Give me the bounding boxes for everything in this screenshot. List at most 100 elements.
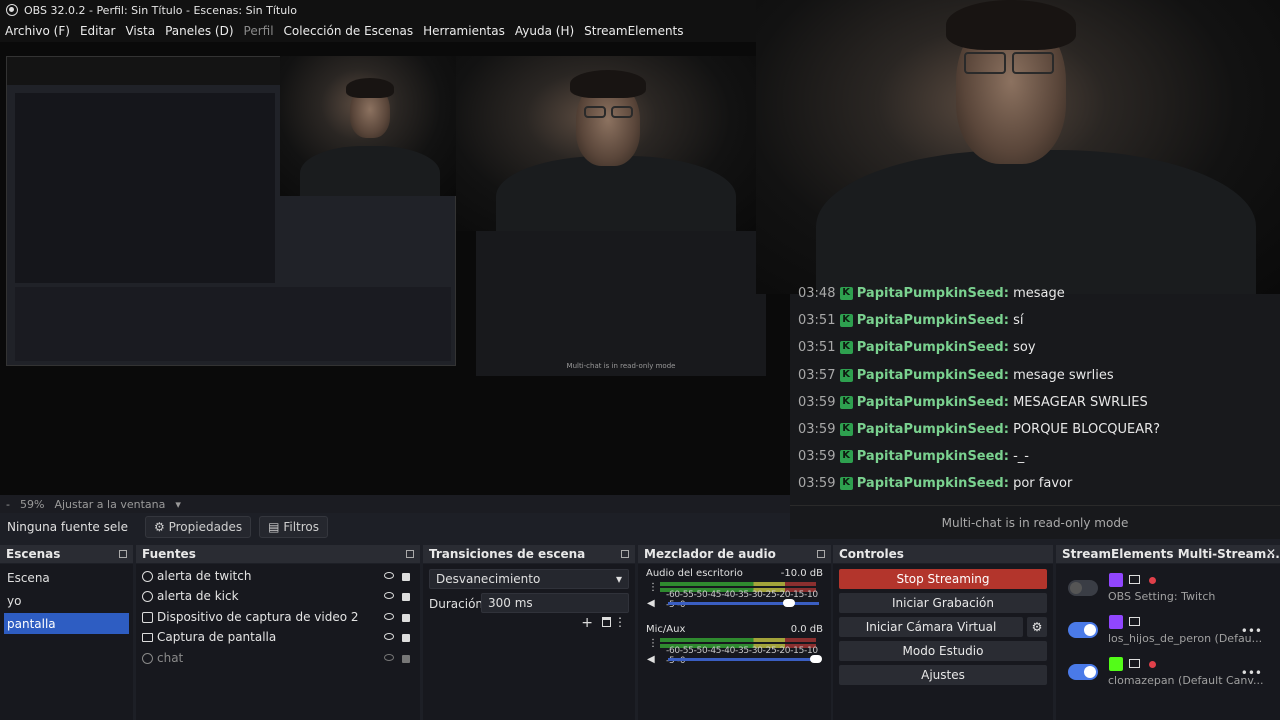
- zoom-minus-icon[interactable]: -: [6, 498, 10, 511]
- chat-username[interactable]: PapitaPumpkinSeed:: [857, 422, 1009, 437]
- lock-icon[interactable]: [402, 614, 410, 622]
- chat-username[interactable]: PapitaPumpkinSeed:: [857, 476, 1009, 491]
- chat-text: mesage swrlies: [1013, 367, 1114, 383]
- scenes-title: Escenas: [6, 547, 61, 561]
- transitions-title: Transiciones de escena: [429, 547, 586, 561]
- volume-slider[interactable]: [668, 658, 819, 661]
- chat-username[interactable]: PapitaPumpkinSeed:: [857, 395, 1009, 410]
- visibility-eye-icon[interactable]: [384, 613, 394, 620]
- chevron-down-icon[interactable]: ▾: [175, 498, 181, 511]
- start-recording-button[interactable]: Iniciar Grabación: [839, 593, 1047, 613]
- scene-item-yo[interactable]: yo: [4, 590, 129, 611]
- visibility-eye-icon[interactable]: [384, 592, 394, 599]
- chat-message: 03:51 PapitaPumpkinSeed: soy: [798, 340, 1036, 355]
- scenes-dock: Escenas Escena yo pantalla: [0, 545, 133, 720]
- add-icon[interactable]: +: [581, 615, 593, 631]
- chat-text: PORQUE BLOCQUEAR?: [1013, 422, 1161, 437]
- virtual-camera-button[interactable]: Iniciar Cámara Virtual: [839, 617, 1023, 637]
- stop-streaming-button[interactable]: Stop Streaming: [839, 569, 1047, 589]
- chat-username[interactable]: PapitaPumpkinSeed:: [857, 286, 1009, 301]
- hidden-eye-icon[interactable]: [384, 654, 394, 661]
- track-name: Audio del escritorio: [646, 568, 743, 579]
- menu-streamelements[interactable]: StreamElements: [584, 24, 683, 38]
- more-horizontal-icon[interactable]: •••: [1241, 624, 1262, 638]
- output-toggle[interactable]: [1068, 664, 1098, 680]
- no-source-selected: Ninguna fuente sele: [7, 519, 128, 534]
- undock-icon[interactable]: [621, 550, 629, 558]
- source-item-screen-capture[interactable]: Captura de pantalla: [142, 627, 414, 647]
- zoom-fit-select[interactable]: Ajustar a la ventana: [54, 498, 165, 511]
- undock-icon[interactable]: [119, 550, 127, 558]
- duration-input[interactable]: 300 ms: [481, 593, 629, 613]
- live-dot-icon: [1149, 577, 1156, 584]
- chat-timestamp: 03:51: [798, 313, 836, 329]
- more-horizontal-icon[interactable]: •••: [1241, 666, 1262, 680]
- lock-icon[interactable]: [402, 573, 410, 581]
- source-label: alerta de kick: [157, 589, 239, 603]
- chat-username[interactable]: PapitaPumpkinSeed:: [857, 313, 1009, 328]
- title-bar: OBS 32.0.2 - Perfil: Sin Título - Escena…: [0, 0, 760, 20]
- volume-slider-knob[interactable]: [782, 599, 795, 607]
- preview-zoom-bar: - 59% Ajustar a la ventana ▾: [0, 495, 790, 513]
- output-toggle[interactable]: [1068, 580, 1098, 596]
- menu-help[interactable]: Ayuda (H): [515, 24, 574, 38]
- live-dot-icon: [1149, 661, 1156, 668]
- properties-button[interactable]: ⚙ Propiedades: [145, 515, 252, 538]
- output-name: los_hijos_de_peron (Defau...: [1108, 632, 1263, 645]
- chat-username[interactable]: PapitaPumpkinSeed:: [857, 340, 1009, 355]
- more-vertical-icon[interactable]: ⋮: [648, 582, 658, 593]
- more-vertical-icon[interactable]: ⋮: [648, 638, 658, 649]
- nested-chat: Multi-chat is in read-only mode: [476, 231, 766, 376]
- chat-timestamp: 03:59: [798, 449, 836, 465]
- chat-username[interactable]: PapitaPumpkinSeed:: [857, 368, 1009, 383]
- source-item-twitch-alert[interactable]: alerta de twitch: [142, 566, 414, 586]
- duration-label: Duración: [429, 597, 484, 611]
- source-item-video-capture[interactable]: Dispositivo de captura de video 2: [142, 607, 414, 627]
- mixer-track-mic: Mic/Aux 0.0 dB ⋮ -60-55-50-45-40-35-30-2…: [646, 624, 823, 676]
- speaker-icon[interactable]: ◀: [647, 598, 655, 609]
- close-icon[interactable]: ✕: [1266, 546, 1276, 560]
- scene-item-pantalla[interactable]: pantalla: [4, 613, 129, 634]
- lock-icon[interactable]: [402, 634, 410, 642]
- undock-icon[interactable]: [406, 550, 414, 558]
- menu-file[interactable]: Archivo (F): [5, 24, 70, 38]
- undock-icon[interactable]: [817, 550, 825, 558]
- source-item-chat[interactable]: chat: [142, 648, 414, 668]
- more-vertical-icon[interactable]: ⋮: [614, 615, 626, 629]
- source-item-kick-alert[interactable]: alerta de kick: [142, 586, 414, 606]
- speaker-icon[interactable]: ◀: [647, 654, 655, 665]
- properties-label: Propiedades: [168, 519, 243, 534]
- kick-badge-icon: [839, 287, 853, 300]
- chat-message: 03:59 PapitaPumpkinSeed: por favor: [798, 476, 1072, 491]
- chat-text: MESAGEAR SWRLIES: [1013, 394, 1148, 410]
- chat-text: por favor: [1013, 476, 1073, 492]
- menu-edit[interactable]: Editar: [80, 24, 116, 38]
- output-toggle[interactable]: [1068, 622, 1098, 638]
- menu-view[interactable]: Vista: [125, 24, 155, 38]
- filters-button[interactable]: ▤ Filtros: [259, 515, 328, 538]
- menu-tools[interactable]: Herramientas: [423, 24, 505, 38]
- menu-scene-collection[interactable]: Colección de Escenas: [284, 24, 414, 38]
- volume-slider-knob[interactable]: [809, 655, 822, 663]
- chat-timestamp: 03:48: [798, 286, 836, 301]
- gear-icon[interactable]: ⚙: [1027, 617, 1047, 637]
- menu-docks[interactable]: Paneles (D): [165, 24, 233, 38]
- trash-icon[interactable]: [602, 617, 611, 627]
- chat-username[interactable]: PapitaPumpkinSeed:: [857, 449, 1009, 464]
- lock-icon[interactable]: [402, 655, 410, 663]
- transition-select[interactable]: Desvanecimiento ▾: [429, 569, 629, 589]
- visibility-eye-icon[interactable]: [384, 572, 394, 579]
- chat-timestamp: 03:51: [798, 340, 836, 356]
- preview-canvas[interactable]: Multi-chat is in read-only mode: [0, 42, 790, 495]
- studio-mode-button[interactable]: Modo Estudio: [839, 641, 1047, 661]
- mixer-track-desktop: Audio del escritorio -10.0 dB ⋮ -60-55-5…: [646, 568, 823, 620]
- visibility-eye-icon[interactable]: [384, 633, 394, 640]
- lock-icon[interactable]: [402, 593, 410, 601]
- scene-item-escena[interactable]: Escena: [4, 567, 129, 588]
- filters-label: Filtros: [283, 519, 319, 534]
- monitor-icon: [142, 632, 153, 642]
- menu-profile[interactable]: Perfil: [244, 24, 274, 38]
- chat-timestamp: 03:59: [798, 476, 836, 492]
- volume-slider[interactable]: [668, 602, 819, 605]
- settings-button[interactable]: Ajustes: [839, 665, 1047, 685]
